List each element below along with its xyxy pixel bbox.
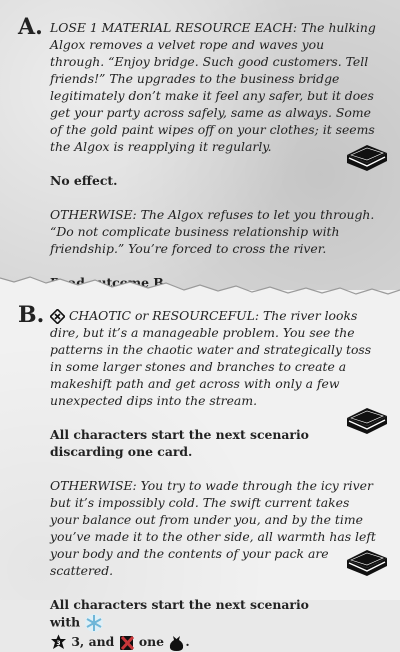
outcome-b-card: B. CHAOTIC or RESOURCEFUL: The river loo… bbox=[0, 290, 400, 651]
outcome-b-condition: CHAOTIC bbox=[68, 308, 131, 323]
outcome-a-card: A. LOSE 1 MATERIAL RESOURCE EACH: The hu… bbox=[0, 0, 400, 290]
outcome-a-otherwise: OTHERWISE: The Algox refuses to let you … bbox=[50, 207, 375, 256]
torn-edge-divider bbox=[0, 276, 400, 302]
outcome-a-text: LOSE 1 MATERIAL RESOURCE EACH: The hulki… bbox=[50, 19, 380, 291]
outcome-b-effect: All characters start the next scenario d… bbox=[50, 427, 309, 459]
outcome-a-narrative: LOSE 1 MATERIAL RESOURCE EACH: The hulki… bbox=[50, 20, 376, 154]
svg-text:3: 3 bbox=[56, 640, 60, 647]
damage-3-icon: 3 bbox=[51, 634, 66, 649]
treasure-chest-icon bbox=[347, 550, 387, 576]
outcome-a-effect: No effect. bbox=[50, 173, 118, 188]
outcome-b-otherwise-effect: All characters start the next scenario w… bbox=[50, 596, 335, 652]
item-sack-icon bbox=[170, 635, 184, 651]
chaotic-trait-icon bbox=[50, 309, 65, 324]
treasure-chest-icon bbox=[347, 408, 387, 434]
treasure-chest-icon bbox=[347, 145, 387, 171]
outcome-a-condition: LOSE 1 MATERIAL RESOURCE EACH: bbox=[50, 20, 297, 35]
outcome-b-narrative: CHAOTIC or RESOURCEFUL: The river looks … bbox=[50, 308, 372, 408]
outcome-b-otherwise: OTHERWISE: You try to wade through the i… bbox=[50, 478, 376, 578]
outcome-a-letter: A. bbox=[18, 14, 43, 40]
lose-x-icon bbox=[119, 635, 134, 651]
outcome-b-letter: B. bbox=[18, 302, 45, 328]
frost-icon bbox=[85, 614, 104, 632]
